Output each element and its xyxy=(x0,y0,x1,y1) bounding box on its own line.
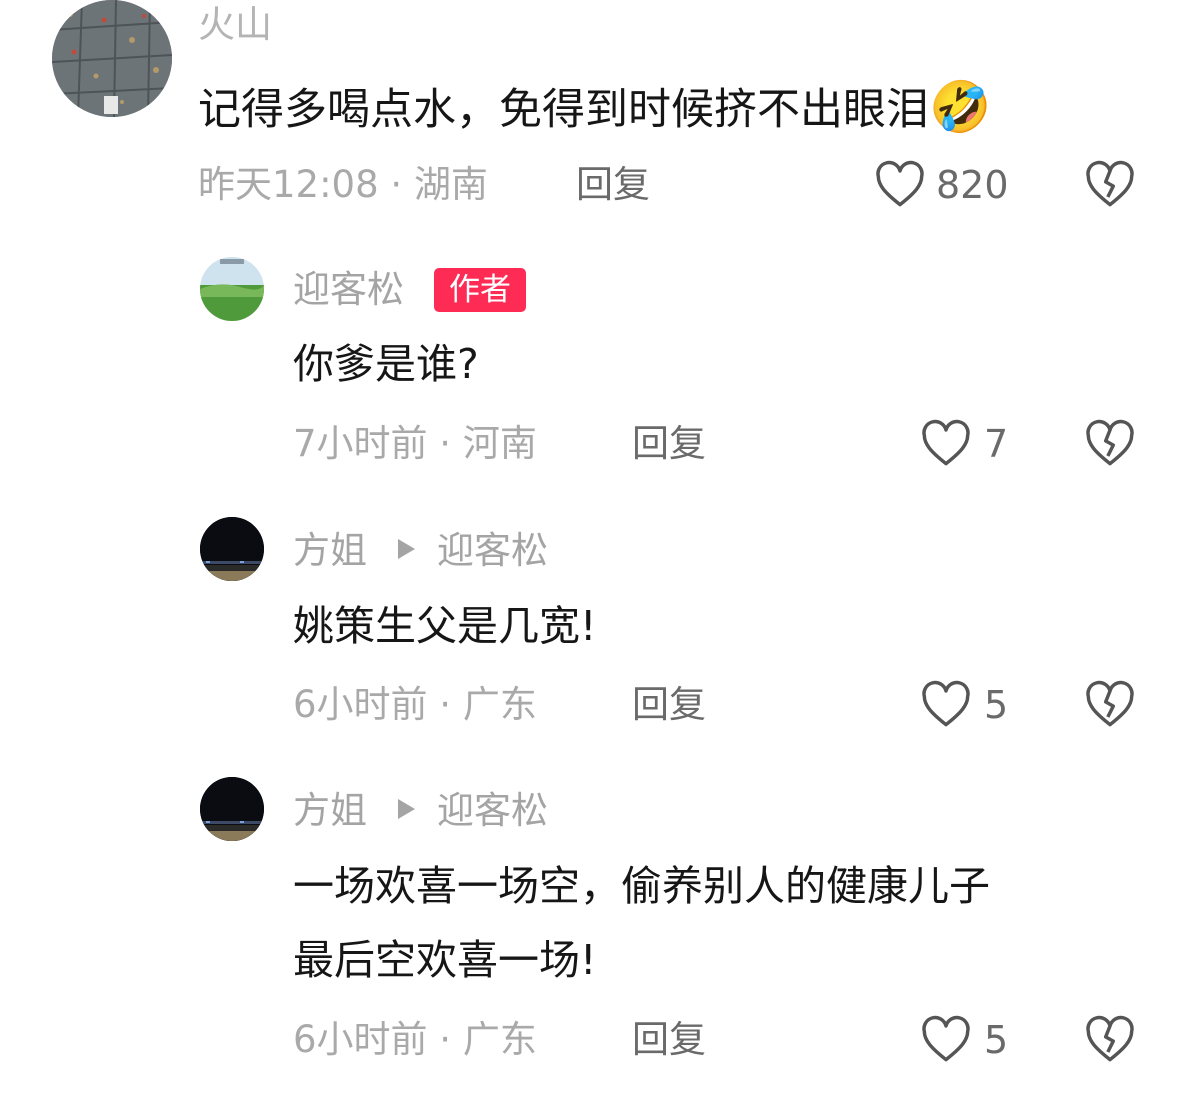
comment-location: 湖南 xyxy=(413,163,488,206)
meta-separator: · xyxy=(427,422,463,465)
reply-button[interactable]: 回复 xyxy=(576,166,650,203)
avatar[interactable] xyxy=(200,517,264,581)
triangle-right-icon xyxy=(398,799,415,819)
comment-time: 7小时前 xyxy=(293,422,428,465)
comment-username[interactable]: 迎客松 xyxy=(293,271,404,308)
heart-outline-icon[interactable] xyxy=(920,419,972,467)
comment-text: 你爹是谁? xyxy=(293,340,479,388)
avatar[interactable] xyxy=(52,0,172,117)
meta-separator: · xyxy=(427,1018,463,1061)
reply-button[interactable]: 回复 xyxy=(632,686,706,723)
comment-time: 6小时前 xyxy=(293,1018,428,1061)
comment-meta: 7小时前 · 河南 xyxy=(293,425,537,462)
like-count: 820 xyxy=(936,163,1009,207)
comment-location: 广东 xyxy=(462,1018,537,1061)
comment-username[interactable]: 方姐 xyxy=(293,532,367,569)
author-badge: 作者 xyxy=(434,268,526,312)
broken-heart-icon[interactable] xyxy=(1084,419,1136,467)
avatar[interactable] xyxy=(200,777,264,841)
triangle-right-icon xyxy=(398,539,415,559)
comment-text: 姚策生父是几宽! xyxy=(293,602,597,650)
comment-text: 记得多喝点水，免得到时候挤不出眼泪🤣 xyxy=(198,78,992,136)
reply-button[interactable]: 回复 xyxy=(632,1021,706,1058)
comment-username[interactable]: 方姐 xyxy=(293,792,367,829)
like-count: 5 xyxy=(984,683,1009,727)
rofl-emoji: 🤣 xyxy=(929,78,992,136)
heart-outline-icon[interactable] xyxy=(920,680,972,728)
heart-outline-icon[interactable] xyxy=(920,1015,972,1063)
comment-meta: 昨天12:08 · 湖南 xyxy=(198,166,488,203)
broken-heart-icon[interactable] xyxy=(1084,160,1136,208)
reply-to-username[interactable]: 迎客松 xyxy=(437,792,548,829)
like-count: 7 xyxy=(984,422,1009,466)
comment-username[interactable]: 火山 xyxy=(198,6,272,43)
meta-separator: · xyxy=(378,163,414,206)
like-count: 5 xyxy=(984,1018,1009,1062)
comment-meta: 6小时前 · 广东 xyxy=(293,1021,537,1058)
heart-outline-icon[interactable] xyxy=(874,160,926,208)
broken-heart-icon[interactable] xyxy=(1084,680,1136,728)
comment-location: 广东 xyxy=(462,683,537,726)
comment-time: 6小时前 xyxy=(293,683,428,726)
comment-meta: 6小时前 · 广东 xyxy=(293,686,537,723)
reply-to-username[interactable]: 迎客松 xyxy=(437,532,548,569)
broken-heart-icon[interactable] xyxy=(1084,1015,1136,1063)
comment-text-line: 最后空欢喜一场! xyxy=(293,936,597,984)
comment-location: 河南 xyxy=(462,422,537,465)
meta-separator: · xyxy=(427,683,463,726)
comment-text-line: 一场欢喜一场空，偷养别人的健康儿子 xyxy=(293,862,990,910)
comment-time: 昨天12:08 xyxy=(198,163,379,206)
avatar[interactable] xyxy=(200,257,264,321)
reply-button[interactable]: 回复 xyxy=(632,425,706,462)
